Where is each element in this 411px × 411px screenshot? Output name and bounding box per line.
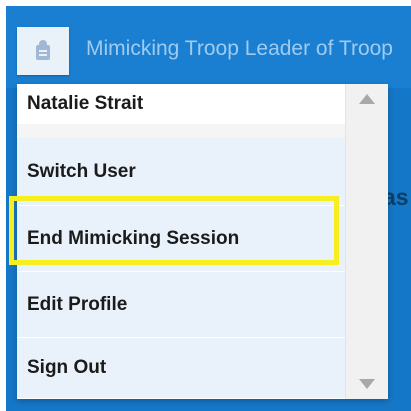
scroll-down-arrow-icon[interactable] <box>357 377 377 391</box>
menu-item-sign-out[interactable]: Sign Out <box>17 338 346 399</box>
menu-user-name: Natalie Strait <box>17 84 346 124</box>
menu-item-label: End Mimicking Session <box>27 227 240 249</box>
menu-item-edit-profile[interactable]: Edit Profile <box>17 272 346 338</box>
menu-item-end-mimicking-session[interactable]: End Mimicking Session <box>17 206 346 272</box>
scroll-up-arrow-icon[interactable] <box>357 92 377 106</box>
mimicking-status-title: Mimicking Troop Leader of Troop <box>86 37 393 60</box>
user-menu-button[interactable] <box>17 27 69 75</box>
user-name-label: Natalie Strait <box>27 92 144 114</box>
user-dropdown-menu: Natalie Strait Switch User End Mimicking… <box>17 84 388 399</box>
menu-scrollbar[interactable] <box>345 84 388 399</box>
menu-item-label: Edit Profile <box>27 293 128 315</box>
menu-item-switch-user[interactable]: Switch User <box>17 138 346 206</box>
menu-list: Natalie Strait Switch User End Mimicking… <box>17 84 346 399</box>
screenshot-frame: Mimicking Troop Leader of Troop as Natal… <box>0 0 411 411</box>
menu-item-label: Switch User <box>27 160 136 182</box>
user-badge-icon <box>36 40 50 60</box>
menu-item-label: Sign Out <box>27 357 107 378</box>
